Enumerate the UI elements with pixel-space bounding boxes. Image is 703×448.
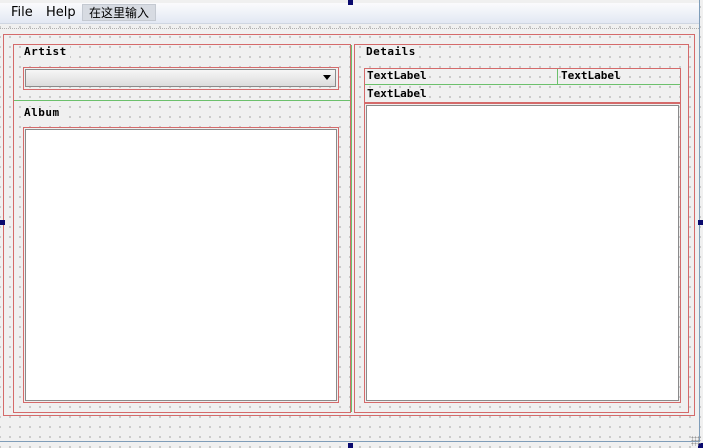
chevron-down-icon[interactable] — [323, 75, 331, 80]
menu-file[interactable]: File — [11, 5, 33, 21]
menu-help[interactable]: Help — [46, 5, 76, 21]
details-label-3: TextLabel — [367, 87, 427, 100]
form-bottom-border — [0, 441, 699, 442]
details-group-title: Details — [366, 46, 419, 58]
splitter-vertical[interactable] — [351, 45, 352, 412]
resize-handle-top[interactable] — [348, 0, 353, 5]
menu-separator — [0, 28, 699, 30]
grid-line-horizontal — [365, 84, 680, 85]
album-list-view[interactable] — [25, 129, 337, 401]
details-label-1: TextLabel — [367, 69, 427, 82]
album-group-title: Album — [24, 107, 63, 119]
details-text-view[interactable] — [366, 105, 679, 401]
resize-handle-right[interactable] — [698, 220, 703, 225]
resize-handle-left[interactable] — [0, 220, 5, 225]
artist-group-title: Artist — [24, 46, 70, 58]
splitter-horizontal[interactable] — [14, 100, 350, 101]
artist-combobox[interactable] — [25, 69, 336, 87]
designer-form[interactable]: File Help 在这里输入 Artist Album Details Tex… — [0, 0, 703, 448]
menu-bar: File Help 在这里输入 — [0, 3, 699, 24]
details-label-2: TextLabel — [561, 69, 621, 82]
size-grip-icon[interactable] — [691, 436, 701, 446]
menu-type-here[interactable]: 在这里输入 — [82, 4, 156, 21]
resize-handle-bottom[interactable] — [348, 443, 353, 448]
grid-line-vertical — [557, 69, 558, 84]
